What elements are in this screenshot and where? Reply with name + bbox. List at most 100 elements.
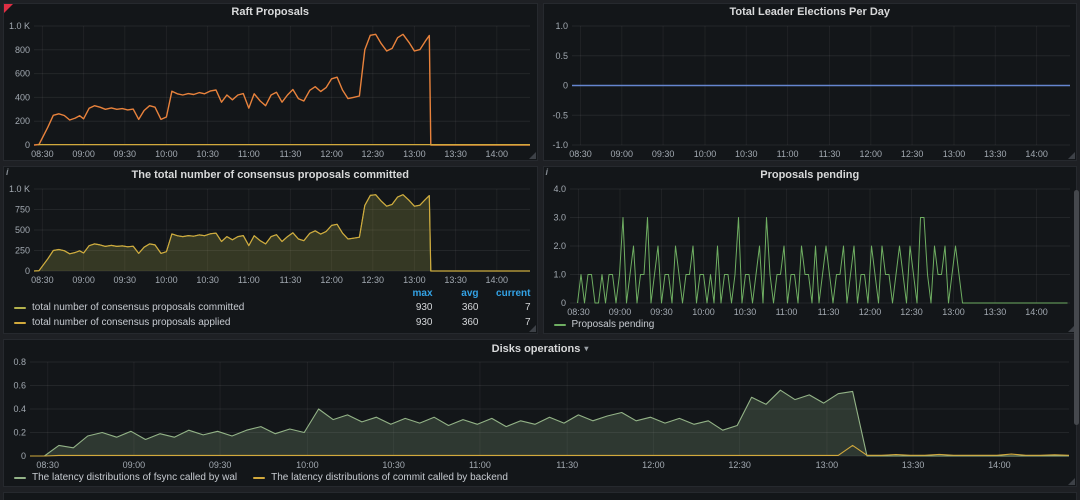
panel-title-consensus-committed[interactable]: The total number of consensus proposals … [4, 167, 537, 184]
svg-text:1.0: 1.0 [555, 21, 568, 31]
svg-text:08:30: 08:30 [31, 275, 54, 285]
series-dash-icon [14, 321, 26, 324]
svg-text:08:30: 08:30 [569, 149, 592, 159]
stat-max: 930 [415, 302, 433, 313]
stat-header-current[interactable]: current [479, 287, 530, 300]
svg-text:14:00: 14:00 [486, 149, 509, 159]
svg-text:13:00: 13:00 [816, 460, 839, 470]
svg-text:0.2: 0.2 [13, 428, 26, 438]
svg-text:0: 0 [21, 451, 26, 461]
svg-text:13:00: 13:00 [942, 149, 965, 159]
panel-resize-handle[interactable] [1068, 152, 1075, 159]
series-label-applied[interactable]: total number of consensus proposals appl… [32, 315, 387, 330]
series-label: The latency distributions of fsync calle… [32, 472, 238, 483]
svg-text:0: 0 [25, 266, 30, 276]
stat-avg: 360 [461, 302, 479, 313]
panel-title-leader-elections[interactable]: Total Leader Elections Per Day [544, 4, 1077, 21]
svg-text:10:30: 10:30 [196, 275, 219, 285]
svg-text:09:30: 09:30 [209, 460, 232, 470]
series-dash-icon [14, 476, 26, 479]
svg-text:14:00: 14:00 [486, 275, 509, 285]
svg-text:0.6: 0.6 [13, 381, 26, 391]
svg-text:-1.0: -1.0 [552, 140, 568, 150]
svg-text:0: 0 [25, 140, 30, 150]
svg-text:10:00: 10:00 [296, 460, 319, 470]
svg-text:11:00: 11:00 [775, 307, 797, 317]
svg-text:-0.5: -0.5 [552, 110, 568, 120]
stat-header-max[interactable]: max [387, 287, 432, 300]
leader-elections-chart[interactable]: -1.0 -0.5 0 0.5 1.0 08:30 09:00 09:30 10:00 10:30… [544, 21, 1077, 160]
svg-text:750: 750 [15, 205, 30, 215]
stat-avg: 360 [461, 317, 479, 328]
disks-operations-chart[interactable]: 0 0.2 0.4 0.6 0.8 08:30 09:00 09:30 10:00 10:30 11… [4, 357, 1076, 471]
svg-text:1.0 K: 1.0 K [9, 184, 30, 194]
legend: Proposals pending [544, 318, 1077, 333]
svg-text:10:00: 10:00 [693, 149, 716, 159]
panel-resize-handle[interactable] [528, 325, 536, 332]
svg-text:0: 0 [562, 81, 567, 91]
legend-item-fsync-wal[interactable]: The latency distributions of fsync calle… [14, 472, 237, 483]
stat-max: 930 [415, 317, 433, 328]
svg-text:13:30: 13:30 [984, 149, 1007, 159]
svg-text:10:30: 10:30 [196, 149, 219, 159]
svg-text:09:00: 09:00 [608, 307, 631, 317]
series-label-committed[interactable]: total number of consensus proposals comm… [32, 300, 387, 315]
svg-text:10:30: 10:30 [733, 307, 756, 317]
legend-item-commit-backend[interactable]: The latency distributions of commit call… [253, 472, 508, 483]
raft-proposals-chart[interactable]: 0 200 400 600 800 1.0 K 08:30 09:00 09:30 10:00 10… [4, 21, 537, 160]
legend-stats-header: max avg current [14, 287, 530, 300]
panel-leader-elections: Total Leader Elections Per Day -1.0 -0.5 0… [542, 3, 1077, 161]
panel-title-proposals-pending[interactable]: Proposals pending [544, 167, 1077, 184]
panel-raft-proposals: Raft Proposals 0 200 400 600 800 1.0 K 08:30 09… [3, 3, 538, 161]
svg-text:13:00: 13:00 [403, 275, 426, 285]
svg-text:800: 800 [15, 45, 30, 55]
chart-canvas: 0 250 500 750 1.0 K 08:30 09:00 09:30 10:00 10:30… [9, 184, 530, 285]
stat-current: 7 [524, 317, 531, 328]
svg-text:12:00: 12:00 [320, 275, 343, 285]
svg-text:0.5: 0.5 [555, 51, 568, 61]
svg-text:12:30: 12:30 [362, 149, 385, 159]
svg-text:12:30: 12:30 [362, 275, 385, 285]
svg-text:3.0: 3.0 [553, 213, 566, 223]
series-label: The latency distributions of commit call… [271, 472, 508, 483]
panel-title-raft-proposals[interactable]: Raft Proposals [4, 4, 537, 21]
svg-text:09:30: 09:30 [651, 149, 674, 159]
dashboard-row-2: i The total number of consensus proposal… [3, 166, 1077, 334]
legend-row-applied: total number of consensus proposals appl… [14, 315, 531, 330]
svg-text:12:00: 12:00 [859, 149, 882, 159]
svg-text:08:30: 08:30 [31, 149, 54, 159]
svg-text:13:30: 13:30 [902, 460, 925, 470]
svg-text:10:00: 10:00 [692, 307, 715, 317]
svg-text:600: 600 [15, 69, 30, 79]
chart-canvas: 0 1.0 2.0 3.0 4.0 08:30 09:00 09:30 10:00 10:30 11… [553, 184, 1070, 317]
svg-text:08:30: 08:30 [567, 307, 590, 317]
legend: The latency distributions of fsync calle… [4, 471, 1076, 486]
series-label: Proposals pending [571, 319, 655, 330]
panel-title-disks-operations[interactable]: Disks operations ▾ [4, 340, 1076, 357]
svg-text:14:00: 14:00 [988, 460, 1011, 470]
grafana-dashboard: Raft Proposals 0 200 400 600 800 1.0 K 08:30 09… [0, 0, 1080, 500]
svg-text:09:00: 09:00 [610, 149, 633, 159]
svg-text:11:00: 11:00 [238, 149, 260, 159]
svg-text:11:30: 11:30 [279, 149, 301, 159]
stat-header-avg[interactable]: avg [433, 287, 478, 300]
legend-item-proposals-pending[interactable]: Proposals pending [553, 319, 655, 330]
svg-text:13:30: 13:30 [983, 307, 1006, 317]
panel-resize-handle[interactable] [1068, 478, 1075, 485]
svg-text:09:00: 09:00 [123, 460, 146, 470]
svg-text:12:30: 12:30 [728, 460, 751, 470]
svg-text:11:00: 11:00 [776, 149, 798, 159]
svg-text:0.4: 0.4 [13, 404, 26, 414]
svg-text:09:30: 09:30 [114, 149, 137, 159]
panel-consensus-committed: i The total number of consensus proposal… [3, 166, 538, 334]
panel-menu-caret-icon[interactable]: ▾ [584, 344, 588, 353]
legend-row-committed: total number of consensus proposals comm… [14, 300, 531, 315]
page-scrollbar[interactable] [1074, 190, 1079, 425]
consensus-committed-chart[interactable]: 0 250 500 750 1.0 K 08:30 09:00 09:30 10:00 10:30… [4, 184, 537, 286]
svg-text:11:30: 11:30 [279, 275, 301, 285]
panel-disks-operations: Disks operations ▾ 0 0.2 0.4 0.6 0.8 08:30 09:0… [3, 339, 1077, 487]
series-dash-icon [14, 306, 26, 309]
proposals-pending-chart[interactable]: 0 1.0 2.0 3.0 4.0 08:30 09:00 09:30 10:00 10:30 11… [544, 184, 1077, 318]
svg-text:2.0: 2.0 [553, 241, 566, 251]
panel-resize-handle[interactable] [528, 152, 536, 159]
